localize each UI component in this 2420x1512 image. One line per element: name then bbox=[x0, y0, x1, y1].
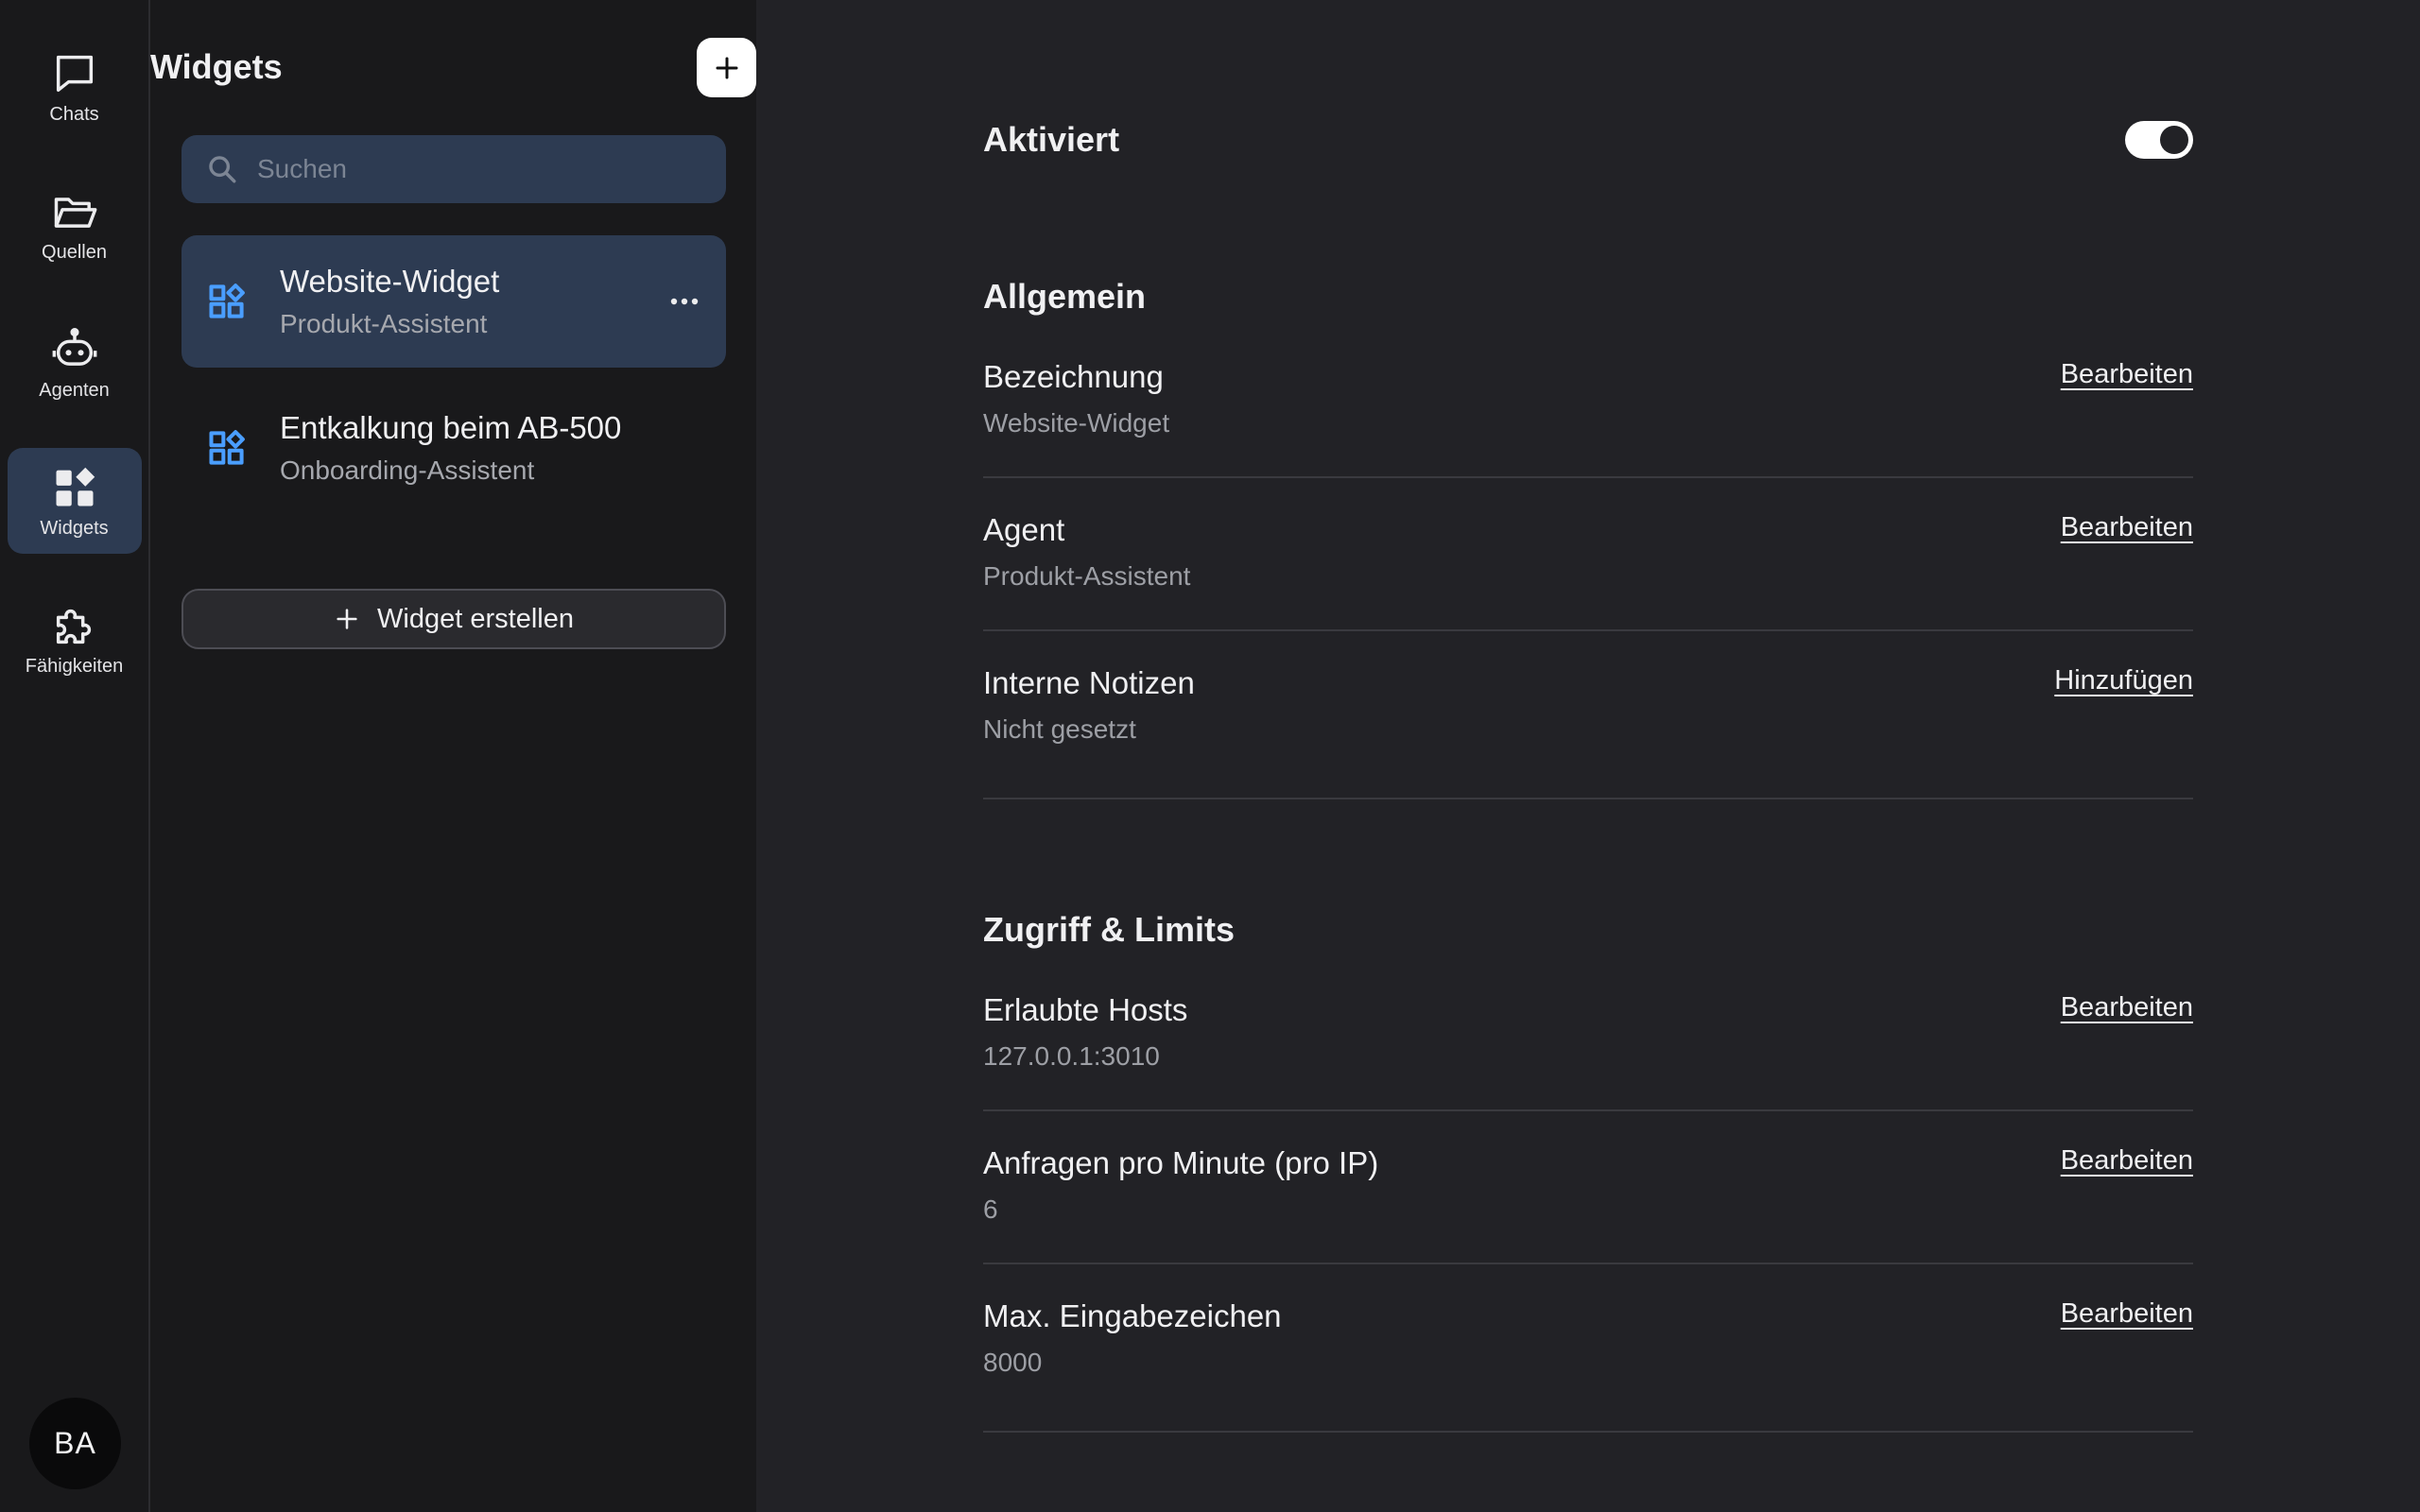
widgets-icon bbox=[56, 467, 95, 506]
rail-label-agenten: Agenten bbox=[39, 379, 110, 401]
field-value: Produkt-Assistent bbox=[983, 561, 1191, 591]
panel-title: Widgets bbox=[150, 47, 283, 86]
more-horizontal-icon bbox=[670, 298, 699, 305]
edit-link[interactable]: Bearbeiten bbox=[2061, 1145, 2193, 1177]
field-agent: Agent Produkt-Assistent Bearbeiten bbox=[983, 512, 2193, 631]
rail-label-chats: Chats bbox=[49, 103, 99, 125]
section-title-access: Zugriff & Limits bbox=[983, 910, 1235, 949]
rail-item-agenten[interactable]: Agenten bbox=[8, 310, 142, 416]
field-value: 8000 bbox=[983, 1348, 1043, 1377]
toggle-knob bbox=[2160, 126, 2188, 154]
widgets-outline-icon bbox=[209, 430, 245, 465]
activated-row: Aktiviert bbox=[983, 113, 2193, 166]
field-value: Nicht gesetzt bbox=[983, 714, 1136, 744]
edit-link[interactable]: Bearbeiten bbox=[2061, 992, 2193, 1023]
edit-link[interactable]: Bearbeiten bbox=[2061, 512, 2193, 543]
field-label: Agent bbox=[983, 512, 1065, 547]
activated-toggle[interactable] bbox=[2125, 121, 2193, 159]
search-box bbox=[182, 135, 726, 203]
rail-item-chats[interactable]: Chats bbox=[8, 34, 142, 140]
edit-link[interactable]: Bearbeiten bbox=[2061, 1298, 2193, 1330]
puzzle-icon bbox=[56, 609, 91, 644]
field-label: Anfragen pro Minute (pro IP) bbox=[983, 1145, 1379, 1180]
add-link[interactable]: Hinzufügen bbox=[2054, 665, 2193, 696]
search-icon bbox=[209, 156, 236, 183]
widget-settings-main: Aktiviert Allgemein Bezeichnung Website-… bbox=[756, 0, 2420, 1512]
widget-list-item-text: Website-Widget Produkt-Assistent bbox=[280, 264, 499, 339]
chat-bubble-icon bbox=[56, 55, 93, 92]
rail-label-quellen: Quellen bbox=[42, 241, 107, 263]
app-window: Chats Quellen Agenten Widgets Fähigkeite… bbox=[0, 0, 2420, 1512]
more-options-button[interactable] bbox=[666, 287, 703, 316]
plus-icon bbox=[337, 609, 357, 629]
nav-rail: Chats Quellen Agenten Widgets Fähigkeite… bbox=[0, 0, 150, 1512]
rail-item-widgets[interactable]: Widgets bbox=[7, 448, 142, 554]
robot-icon bbox=[52, 327, 96, 366]
section-title-general: Allgemein bbox=[983, 277, 1147, 316]
avatar[interactable]: BA bbox=[29, 1398, 121, 1489]
rail-label-faehigkeiten: Fähigkeiten bbox=[25, 655, 124, 677]
field-label: Bezeichnung bbox=[983, 359, 1164, 394]
widget-list-item-subtitle: Produkt-Assistent bbox=[280, 309, 488, 338]
field-label: Interne Notizen bbox=[983, 665, 1195, 700]
field-value: 127.0.0.1:3010 bbox=[983, 1041, 1160, 1071]
field-max-eingabezeichen: Max. Eingabezeichen 8000 Bearbeiten bbox=[983, 1298, 2193, 1433]
widget-list-item[interactable]: Website-Widget Produkt-Assistent bbox=[182, 235, 726, 368]
widget-list-item-subtitle: Onboarding-Assistent bbox=[280, 455, 535, 485]
widgets-outline-icon bbox=[209, 284, 245, 318]
field-anfragen-pro-minute: Anfragen pro Minute (pro IP) 6 Bearbeite… bbox=[983, 1145, 2193, 1264]
create-widget-button[interactable]: Widget erstellen bbox=[182, 589, 726, 649]
plus-icon bbox=[716, 57, 737, 78]
folder-open-icon bbox=[54, 197, 96, 228]
create-widget-label: Widget erstellen bbox=[377, 603, 574, 634]
field-interne-notizen: Interne Notizen Nicht gesetzt Hinzufügen bbox=[983, 665, 2193, 799]
widget-list-item-text: Entkalkung beim AB-500 Onboarding-Assist… bbox=[280, 410, 621, 486]
rail-label-widgets: Widgets bbox=[40, 517, 109, 539]
field-erlaubte-hosts: Erlaubte Hosts 127.0.0.1:3010 Bearbeiten bbox=[983, 992, 2193, 1111]
field-bezeichnung: Bezeichnung Website-Widget Bearbeiten bbox=[983, 359, 2193, 478]
rail-item-faehigkeiten[interactable]: Fähigkeiten bbox=[8, 586, 142, 692]
field-label: Max. Eingabezeichen bbox=[983, 1298, 1282, 1333]
add-widget-button[interactable] bbox=[697, 38, 756, 97]
field-label: Erlaubte Hosts bbox=[983, 992, 1188, 1027]
rail-item-quellen[interactable]: Quellen bbox=[8, 172, 142, 278]
activated-label: Aktiviert bbox=[983, 120, 1120, 159]
field-value: Website-Widget bbox=[983, 408, 1170, 438]
widget-list-item-title: Website-Widget bbox=[280, 264, 500, 299]
field-value: 6 bbox=[983, 1194, 998, 1224]
widget-list-item-title: Entkalkung beim AB-500 bbox=[280, 410, 622, 445]
edit-link[interactable]: Bearbeiten bbox=[2061, 359, 2193, 390]
search-input[interactable] bbox=[257, 154, 711, 184]
widget-list-item[interactable]: Entkalkung beim AB-500 Onboarding-Assist… bbox=[182, 382, 726, 514]
widget-list-panel: Widgets Website-Widget Produkt-Assiste bbox=[150, 0, 756, 1512]
